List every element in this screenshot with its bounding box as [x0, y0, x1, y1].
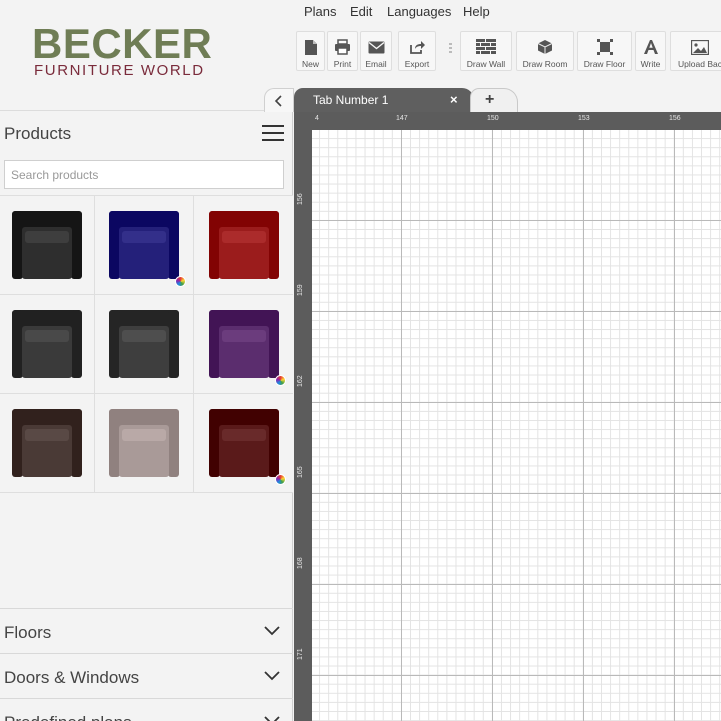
product-navy-recliner-chair[interactable] — [95, 196, 193, 294]
product-black-swivel-chair[interactable] — [0, 295, 94, 393]
tab-number-1[interactable]: Tab Number 1 × — [294, 88, 474, 112]
chair-icon — [208, 211, 279, 279]
collapse-panel-button[interactable] — [264, 88, 294, 112]
hamburger-menu-icon[interactable] — [262, 124, 284, 142]
color-options-icon[interactable] — [275, 474, 286, 485]
draw-floor-label: Draw Floor — [583, 59, 626, 69]
section-doors-windows[interactable]: Doors & Windows — [0, 653, 293, 698]
product-brown-leather-armchair[interactable] — [0, 394, 94, 492]
product-taupe-tufted-chair[interactable] — [95, 394, 193, 492]
product-black-club-chair[interactable] — [95, 295, 193, 393]
products-header: Products — [0, 112, 293, 155]
products-title: Products — [4, 124, 72, 143]
plan-canvas-area: 4 147 150 153 156 156 159 162 165 168 17… — [294, 112, 721, 721]
email-icon — [368, 37, 385, 57]
plan-grid[interactable] — [312, 130, 721, 721]
chevron-down-icon — [264, 716, 280, 721]
text-icon — [643, 37, 659, 57]
new-label: New — [301, 59, 319, 69]
ruler-top: 4 147 150 153 156 — [294, 112, 721, 130]
write-label: Write — [640, 59, 661, 69]
chevron-left-icon — [274, 94, 282, 107]
menu-edit[interactable]: Edit — [350, 4, 372, 19]
export-icon — [409, 37, 426, 57]
chair-icon — [109, 409, 179, 477]
new-button[interactable]: New — [296, 31, 325, 71]
tab-label: Tab Number 1 — [313, 93, 389, 107]
product-black-leather-armchair[interactable] — [0, 196, 94, 294]
draw-room-label: Draw Room — [522, 59, 568, 69]
ruler-top-label: 156 — [669, 115, 681, 122]
ruler-left-label: 168 — [297, 557, 304, 569]
ruler-top-label: 4 — [315, 115, 319, 122]
upload-background-button[interactable]: Upload Bac — [670, 31, 721, 71]
menu-help[interactable]: Help — [463, 4, 490, 19]
chair-icon — [109, 211, 179, 279]
write-button[interactable]: Write — [635, 31, 666, 71]
product-red-leather-armchair[interactable] — [194, 196, 293, 294]
color-options-icon[interactable] — [275, 375, 286, 386]
brick-wall-icon — [476, 37, 496, 57]
tab-bar: Tab Number 1 × + — [294, 86, 721, 112]
chair-icon — [12, 310, 82, 378]
draw-room-button[interactable]: Draw Room — [516, 31, 574, 71]
chevron-down-icon — [264, 626, 280, 636]
ruler-left-label: 162 — [297, 375, 304, 387]
add-tab-button[interactable]: + — [470, 88, 518, 112]
cube-icon — [537, 37, 553, 57]
ruler-left-label: 159 — [297, 284, 304, 296]
draw-wall-label: Draw Wall — [466, 59, 506, 69]
ruler-top-label: 150 — [487, 115, 499, 122]
toolbar: New Print Email Export Draw Wall Draw Ro… — [294, 28, 721, 72]
menu-bar: Plans Edit Languages Help — [294, 0, 721, 26]
draw-floor-button[interactable]: Draw Floor — [577, 31, 632, 71]
email-button[interactable]: Email — [360, 31, 392, 71]
section-label: Floors — [4, 623, 52, 642]
ruler-top-label: 153 — [578, 115, 590, 122]
ruler-left-label: 156 — [297, 193, 304, 205]
section-label: Doors & Windows — [4, 668, 140, 687]
export-button[interactable]: Export — [398, 31, 436, 71]
ruler-top-label: 147 — [396, 115, 408, 122]
image-icon — [691, 37, 709, 57]
print-label: Print — [333, 59, 352, 69]
email-label: Email — [365, 59, 387, 69]
ruler-left: 156 159 162 165 168 171 — [294, 130, 312, 721]
menu-plans[interactable]: Plans — [304, 4, 337, 19]
floor-planner-app: BECKER FURNITURE WORLD Products Floors D… — [0, 0, 721, 721]
chevron-down-icon — [264, 671, 280, 681]
chair-icon — [109, 310, 179, 378]
draw-wall-button[interactable]: Draw Wall — [460, 31, 512, 71]
product-grid — [0, 195, 293, 493]
new-file-icon — [304, 37, 318, 57]
chair-icon — [12, 409, 82, 477]
logo-line-1: BECKER — [32, 20, 213, 67]
floor-icon — [596, 37, 613, 57]
color-options-icon[interactable] — [175, 276, 186, 287]
brand-logo: BECKER FURNITURE WORLD — [0, 0, 293, 111]
product-burgundy-accent-chair[interactable] — [194, 394, 293, 492]
print-icon — [334, 37, 351, 57]
section-label: Predefined plans — [4, 713, 132, 721]
left-panel: BECKER FURNITURE WORLD Products Floors D… — [0, 0, 294, 721]
chair-icon — [12, 211, 82, 279]
ruler-left-label: 171 — [297, 648, 304, 660]
section-floors[interactable]: Floors — [0, 608, 293, 653]
upload-background-label: Upload Bac — [678, 59, 721, 69]
ruler-left-label: 165 — [297, 466, 304, 478]
product-purple-armchair[interactable] — [194, 295, 293, 393]
logo-line-2: FURNITURE WORLD — [34, 62, 205, 79]
chair-icon — [208, 409, 279, 477]
toolbar-separator — [449, 43, 453, 57]
export-label: Export — [404, 59, 430, 69]
print-button[interactable]: Print — [327, 31, 358, 71]
menu-languages[interactable]: Languages — [387, 4, 451, 19]
chair-icon — [208, 310, 279, 378]
section-predefined-plans[interactable]: Predefined plans — [0, 698, 293, 721]
search-products-input[interactable] — [4, 160, 284, 189]
close-tab-icon[interactable]: × — [450, 92, 458, 107]
